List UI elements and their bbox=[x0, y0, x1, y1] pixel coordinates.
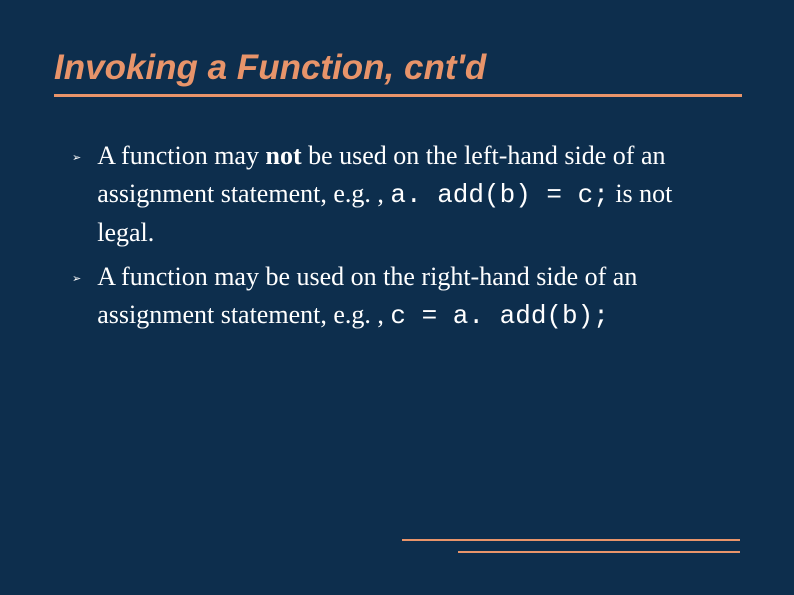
slide-title: Invoking a Function, cnt'd bbox=[54, 48, 740, 88]
text-segment: A function may bbox=[97, 141, 265, 170]
title-underline bbox=[54, 94, 742, 97]
decorative-line bbox=[458, 551, 740, 553]
bullet-icon: ➢ bbox=[72, 151, 81, 164]
footer-decoration bbox=[402, 539, 740, 553]
list-item: ➢ A function may not be used on the left… bbox=[72, 137, 730, 252]
code-segment: a. add(b) = c; bbox=[390, 180, 608, 210]
slide: Invoking a Function, cnt'd ➢ A function … bbox=[0, 0, 794, 595]
slide-content: ➢ A function may not be used on the left… bbox=[54, 137, 740, 335]
code-segment: c = a. add(b); bbox=[390, 301, 608, 331]
bullet-icon: ➢ bbox=[72, 272, 81, 285]
bullet-text: A function may not be used on the left-h… bbox=[97, 137, 730, 252]
decorative-line bbox=[402, 539, 740, 541]
bullet-text: A function may be used on the right-hand… bbox=[97, 258, 730, 335]
text-bold: not bbox=[265, 141, 301, 170]
list-item: ➢ A function may be used on the right-ha… bbox=[72, 258, 730, 335]
